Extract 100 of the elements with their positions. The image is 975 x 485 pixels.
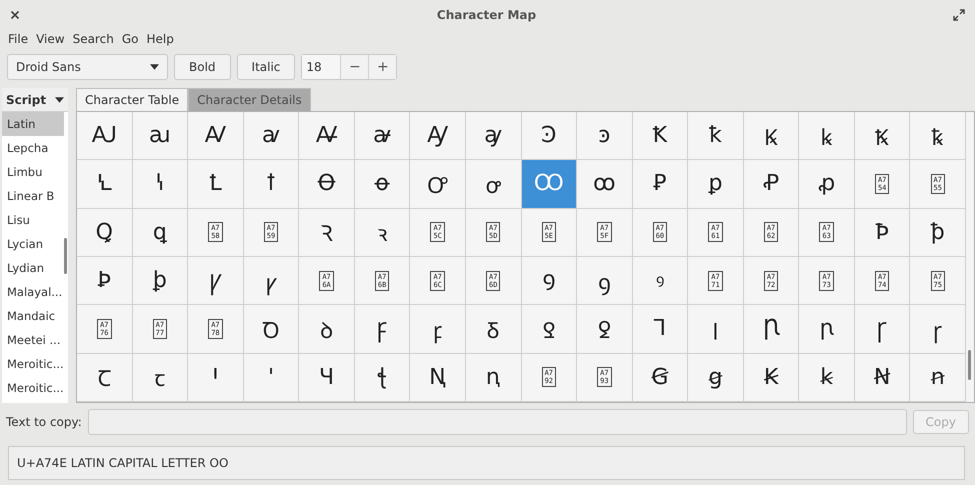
character-cell[interactable]: ꞥ	[910, 354, 966, 402]
character-cell[interactable]: ꝍ	[466, 160, 522, 209]
bold-button[interactable]: Bold	[174, 54, 231, 80]
character-cell[interactable]: Ᵹ	[466, 305, 522, 354]
character-cell[interactable]: Ꝁ	[632, 112, 688, 160]
tab[interactable]: Character Details	[188, 88, 311, 111]
character-cell[interactable]: ꝓ	[799, 160, 855, 209]
script-item[interactable]: Meroitic...	[2, 376, 64, 400]
character-cell[interactable]: ꝅ	[910, 112, 966, 160]
script-item[interactable]: Lisu	[2, 208, 64, 232]
character-cell[interactable]: Ꞑ	[410, 354, 466, 402]
character-cell[interactable]: ꝃ	[799, 112, 855, 160]
character-cell[interactable]: ꞇ	[132, 354, 188, 402]
menu-item[interactable]: Search	[68, 32, 118, 46]
caret-icon	[55, 96, 64, 102]
character-cell[interactable]: ꝺ	[299, 305, 355, 354]
close-icon[interactable]	[10, 10, 20, 20]
character-cell[interactable]: Ꞇ	[77, 354, 133, 402]
character-cell[interactable]: ꝑ	[688, 160, 744, 209]
character-cell[interactable]: Ꝩ	[188, 256, 244, 306]
character-cell[interactable]: Ꞡ	[632, 354, 688, 402]
character-cell[interactable]: Ꝇ	[77, 160, 133, 209]
script-item[interactable]: Meroitic...	[2, 352, 64, 376]
character-cell[interactable]: Ꞅ	[854, 305, 910, 354]
character-cell[interactable]: Ꜽ	[410, 112, 466, 160]
character-cell[interactable]: Ꝋ	[299, 160, 355, 209]
character-cell[interactable]: Ꝛ	[299, 208, 355, 257]
character-cell[interactable]: ꝉ	[244, 160, 300, 209]
script-item[interactable]: Meetei ...	[2, 328, 64, 352]
italic-button[interactable]: Italic	[236, 54, 296, 80]
character-description: U+A74E LATIN CAPITAL LETTER OO	[8, 446, 965, 480]
font-dropdown[interactable]: Droid Sans	[7, 54, 168, 80]
character-cell[interactable]: ꞌ	[244, 354, 300, 402]
script-item[interactable]: Limbu	[2, 160, 64, 184]
script-item[interactable]: Lycian	[2, 232, 64, 256]
menu-item[interactable]: File	[4, 32, 32, 46]
script-item[interactable]: Latin	[2, 112, 64, 136]
character-cell[interactable]: Ꞁ	[632, 305, 688, 354]
script-item[interactable]: Lepcha	[2, 136, 64, 160]
menu-item[interactable]: View	[32, 32, 69, 46]
character-cell[interactable]: Ꝗ	[77, 208, 133, 257]
menu-item[interactable]: Help	[142, 32, 178, 46]
character-cell[interactable]: Ꝧ	[77, 256, 133, 306]
character-cell[interactable]: ꞡ	[688, 354, 744, 402]
character-cell[interactable]: Ꝑ	[632, 160, 688, 209]
character-cell[interactable]: ꝼ	[410, 305, 466, 354]
character-cell[interactable]: ꝏ	[577, 160, 633, 209]
character-cell[interactable]: Ꝃ	[744, 112, 800, 160]
character-cell[interactable]: ꝧ	[132, 256, 188, 306]
character-cell[interactable]: Ɥ	[299, 354, 355, 402]
character-cell[interactable]: Ꞥ	[854, 354, 910, 402]
character-cell[interactable]: ꝛ	[354, 208, 410, 257]
character-cell[interactable]: Ꝥ	[854, 208, 910, 257]
character-cell[interactable]: ꜻ	[354, 112, 410, 160]
character-cell[interactable]: ꜿ	[577, 112, 633, 160]
character-cell[interactable]: ꞃ	[799, 305, 855, 354]
script-item[interactable]: Lydian	[2, 256, 64, 280]
character-cell[interactable]: ꞅ	[910, 305, 966, 354]
character-cell[interactable]: Ꝅ	[854, 112, 910, 160]
character-cell[interactable]: ꞑ	[466, 354, 522, 402]
scrollbar-thumb[interactable]	[968, 350, 971, 380]
tab[interactable]: Character Table	[76, 88, 188, 111]
character-cell[interactable]: ꜷ	[132, 112, 188, 160]
character-cell[interactable]: Ꝺ	[244, 305, 300, 354]
maximize-icon[interactable]	[953, 9, 965, 21]
character-cell[interactable]: Ꝯ	[522, 256, 578, 306]
character-cell[interactable]: ꝩ	[244, 256, 300, 306]
character-cell[interactable]: ꝥ	[910, 208, 966, 257]
character-cell[interactable]: ꝗ	[132, 208, 188, 257]
character-cell[interactable]: ꝁ	[688, 112, 744, 160]
character-cell[interactable]: ꜽ	[466, 112, 522, 160]
character-cell[interactable]: ꞣ	[799, 354, 855, 402]
character-cell[interactable]: Ꝿ	[522, 305, 578, 354]
character-cell[interactable]: Ꜷ	[77, 112, 133, 160]
character-cell[interactable]: ꜹ	[244, 112, 300, 160]
character-cell[interactable]: Ꝓ	[744, 160, 800, 209]
script-item[interactable]: Linear B	[2, 184, 64, 208]
character-cell[interactable]: Ꝉ	[188, 160, 244, 209]
script-header[interactable]: Script	[2, 88, 68, 112]
character-cell[interactable]: ꞎ	[354, 354, 410, 402]
character-cell[interactable]: ꝇ	[132, 160, 188, 209]
character-cell[interactable]: ꝯ	[577, 256, 633, 306]
script-item[interactable]: Mandaic	[2, 304, 64, 328]
character-cell[interactable]: Ꜻ	[299, 112, 355, 160]
character-cell[interactable]: Ꜿ	[522, 112, 578, 160]
script-item[interactable]: Malayal...	[2, 280, 64, 304]
character-cell[interactable]: Ꜹ	[188, 112, 244, 160]
character-cell[interactable]: Ꞣ	[744, 354, 800, 402]
character-cell[interactable]: ꞁ	[688, 305, 744, 354]
character-cell[interactable]: Ꝍ	[410, 160, 466, 209]
character-cell[interactable]: Ꞃ	[744, 305, 800, 354]
scrollbar-thumb[interactable]	[64, 238, 67, 274]
character-cell[interactable]: Ꞌ	[188, 354, 244, 402]
character-cell[interactable]: ꝿ	[577, 305, 633, 354]
character-cell[interactable]: Ꝼ	[354, 305, 410, 354]
window-title: Character Map	[436, 8, 538, 22]
character-cell[interactable]: ꝰ	[632, 256, 688, 306]
text-to-copy-field[interactable]	[88, 409, 907, 435]
menu-item[interactable]: Go	[118, 32, 142, 46]
character-cell[interactable]: ꝋ	[354, 160, 410, 209]
